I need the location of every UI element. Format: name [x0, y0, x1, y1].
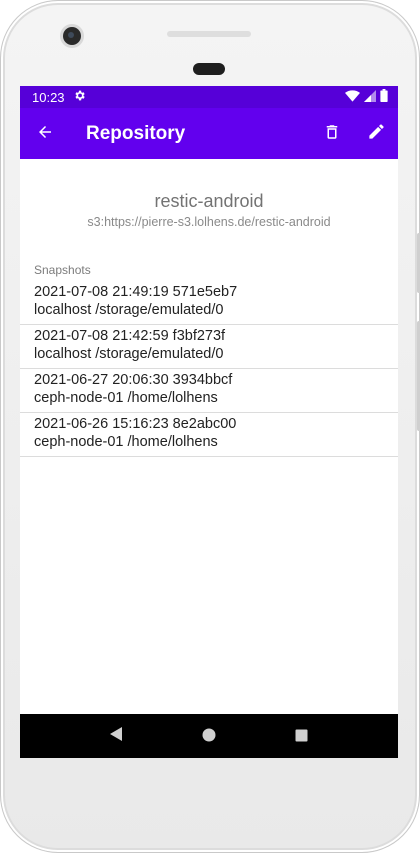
app-bar: Repository [20, 108, 398, 159]
recents-square-icon [295, 727, 308, 746]
status-bar: 10:23 [20, 86, 398, 108]
delete-icon [323, 123, 341, 145]
edit-icon [367, 122, 386, 145]
delete-button[interactable] [310, 108, 354, 159]
snapshot-host-path: localhost /storage/emulated/0 [34, 302, 224, 318]
snapshot-list: 2021-07-08 21:49:19 571e5eb7 localhost /… [20, 281, 398, 457]
signal-icon [364, 89, 376, 105]
app-bar-actions [310, 108, 398, 159]
repository-content: restic-android s3:https://pierre-s3.lolh… [20, 159, 398, 714]
snapshot-host-path: localhost /storage/emulated/0 [34, 346, 224, 362]
arrow-back-icon [36, 123, 54, 145]
wifi-icon [345, 89, 360, 105]
snapshot-host-path: ceph-node-01 /home/lolhens [34, 390, 218, 406]
repository-name: restic-android [154, 191, 264, 211]
back-triangle-icon [109, 726, 123, 746]
home-circle-icon [202, 727, 216, 746]
system-back-button[interactable] [96, 716, 136, 756]
snapshots-section-label: Snapshots [34, 263, 91, 277]
system-recents-button[interactable] [282, 716, 322, 756]
snapshot-time-id: 2021-07-08 21:42:59 f3bf273f [34, 328, 226, 344]
status-time: 10:23 [32, 89, 65, 105]
top-sensor-bar [167, 31, 251, 37]
page-title: Repository [86, 122, 186, 144]
snapshot-time-id: 2021-06-26 15:16:23 8e2abc00 [34, 416, 237, 432]
snapshot-row[interactable]: 2021-06-27 20:06:30 3934bbcf ceph-node-0… [20, 369, 398, 413]
snapshot-row[interactable]: 2021-07-08 21:42:59 f3bf273f localhost /… [20, 325, 398, 369]
snapshot-time-id: 2021-06-27 20:06:30 3934bbcf [34, 372, 233, 388]
system-nav-bar [20, 714, 398, 758]
phone-frame: 10:23 Repository restic-android s3:https… [0, 0, 420, 853]
snapshot-time-id: 2021-07-08 21:49:19 571e5eb7 [34, 284, 238, 300]
earpiece-speaker [193, 63, 225, 75]
status-icons [345, 89, 388, 105]
edit-button[interactable] [354, 108, 398, 159]
front-camera [63, 27, 81, 45]
battery-icon [380, 89, 388, 105]
screen: 10:23 Repository restic-android s3:https… [20, 86, 398, 758]
snapshot-row[interactable]: 2021-06-26 15:16:23 8e2abc00 ceph-node-0… [20, 413, 398, 457]
repository-url: s3:https://pierre-s3.lolhens.de/restic-a… [87, 215, 331, 229]
snapshot-row[interactable]: 2021-07-08 21:49:19 571e5eb7 localhost /… [20, 281, 398, 325]
settings-gear-icon [73, 89, 86, 105]
system-home-button[interactable] [189, 716, 229, 756]
back-button[interactable] [20, 108, 70, 159]
snapshot-host-path: ceph-node-01 /home/lolhens [34, 434, 218, 450]
